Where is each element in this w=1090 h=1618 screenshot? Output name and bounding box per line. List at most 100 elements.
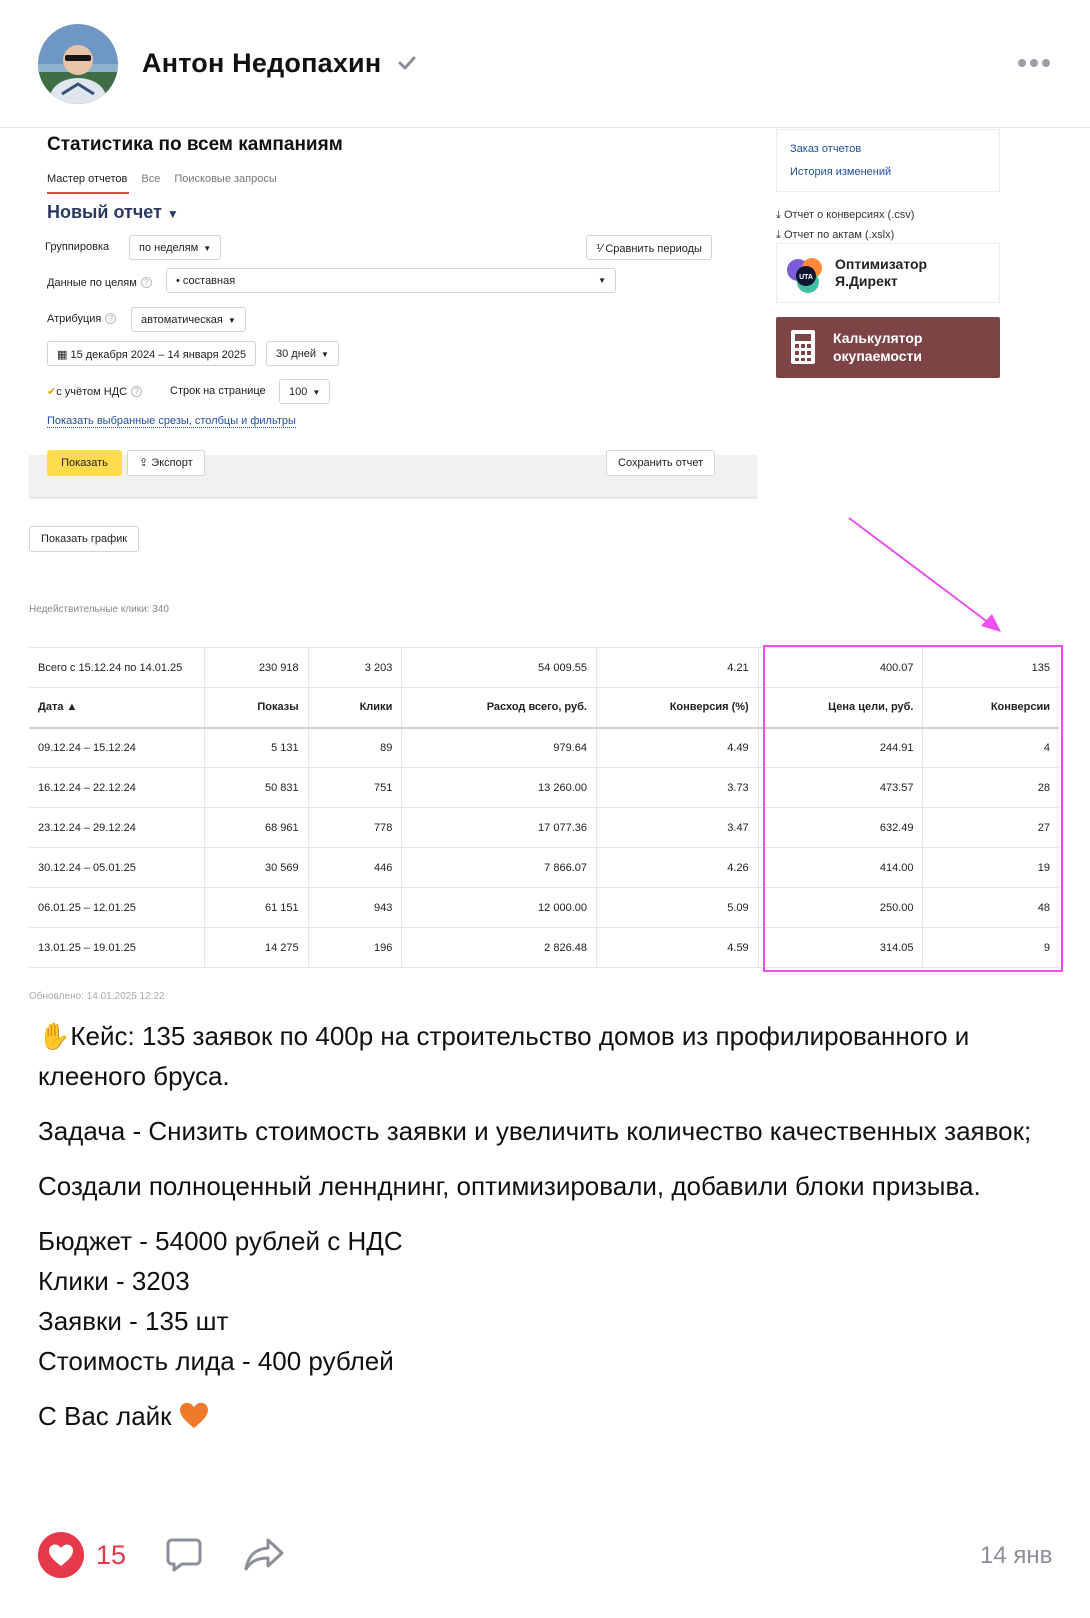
comment-icon[interactable] [164, 1534, 204, 1574]
table-cell: 09.12.24 – 15.12.24 [29, 727, 205, 768]
post-paragraph-5: С Вас лайк [38, 1396, 1058, 1436]
table-cell: 23.12.24 – 29.12.24 [29, 807, 205, 848]
goals-select: • составная ▼ [166, 268, 616, 293]
post-paragraph-2: Задача - Снизить стоимость заявки и увел… [38, 1116, 1032, 1146]
table-cell: Дата ▲ [29, 687, 205, 729]
uta-logo: UTA [787, 258, 822, 293]
grouping-select: по неделям ▼ [129, 235, 222, 260]
table-cell: 979.64 [401, 727, 597, 768]
table-cell: 5 131 [204, 727, 309, 768]
table-cell: 4.49 [596, 727, 759, 768]
table-cell: 30.12.24 – 05.01.25 [29, 847, 205, 888]
optimizer-text: Оптимизатор Я.Директ [835, 256, 928, 289]
updated-label: Обновлено: 14.01.2025 12:22 [29, 991, 165, 1001]
export-button: ⇪ Экспорт [127, 450, 205, 476]
post-paragraph-1: ✋Кейс: 135 заявок по 400р на строительст… [38, 1021, 970, 1091]
post-text: ✋Кейс: 135 заявок по 400р на строительст… [38, 1016, 1058, 1451]
wave-hand-icon: ✋ [38, 1021, 71, 1051]
table-cell: 50 831 [204, 767, 309, 808]
table-cell: 4.26 [596, 847, 759, 888]
table-cell: 17 077.36 [401, 807, 597, 848]
table-cell: 230 918 [204, 647, 309, 688]
table-cell: 751 [308, 767, 403, 808]
calculator-banner: Калькулятор окупаемости [776, 317, 1000, 378]
calendar-icon: ▦ [57, 349, 68, 361]
post-paragraph-3: Создали полноценный леннднинг, оптимизир… [38, 1171, 981, 1201]
show-filters-link: Показать выбранные срезы, столбцы и филь… [47, 415, 296, 428]
arrow-annotation [848, 517, 1001, 632]
reports-side-box [776, 129, 1000, 192]
svg-text:UTA: UTA [799, 274, 813, 281]
table-cell: 16.12.24 – 22.12.24 [29, 767, 205, 808]
conversions-report-link: ⤓ Отчет о конверсиях (.csv) [776, 209, 915, 221]
orange-heart-icon [179, 1402, 208, 1429]
rows-per-page-label: Строк на странице [170, 385, 266, 397]
report-title: Статистика по всем кампаниям [47, 134, 343, 155]
download-icon: ⤓ [776, 209, 781, 221]
tab-all: Все [141, 173, 161, 185]
post-footer: 15 14 янв [0, 1520, 1090, 1590]
more-icon[interactable] [1017, 56, 1051, 70]
table-cell: 3.47 [596, 807, 759, 848]
table-cell: Показы [204, 687, 309, 729]
table-cell: 61 151 [204, 887, 309, 928]
share-icon[interactable] [242, 1534, 286, 1574]
table-cell: Расход всего, руб. [401, 687, 597, 729]
date-range-picker: ▦ 15 декабря 2024 – 14 января 2025 [47, 341, 257, 366]
save-report-button: Сохранить отчет [606, 450, 716, 476]
table-cell: 54 009.55 [401, 647, 597, 688]
table-cell: 14 275 [204, 927, 309, 968]
calculator-icon [791, 330, 815, 364]
attribution-label: Атрибуция? [47, 313, 117, 325]
post-header: Антон Недопахин [0, 0, 1090, 128]
table-cell: 68 961 [204, 807, 309, 848]
table-cell: 446 [308, 847, 403, 888]
grouping-label: Группировка [45, 241, 110, 253]
report-tabs: Мастер отчетов Все Поисковые запросы [47, 173, 277, 194]
avatar[interactable] [38, 24, 118, 104]
new-report-title: Новый отчет ▼ [47, 202, 179, 222]
calculator-text: Калькулятор окупаемости [833, 330, 923, 364]
rows-per-page-select: 100 ▼ [279, 379, 331, 404]
table-cell: 5.09 [596, 887, 759, 928]
table-cell: 4.59 [596, 927, 759, 968]
table-cell: 7 866.07 [401, 847, 597, 888]
table-cell: 13 260.00 [401, 767, 597, 808]
table-cell: 30 569 [204, 847, 309, 888]
verified-icon [398, 56, 416, 70]
table-cell: 4.21 [596, 647, 759, 688]
table-cell: Всего с 15.12.24 по 14.01.25 [29, 647, 205, 688]
table-cell: 196 [308, 927, 403, 968]
tab-master: Мастер отчетов [47, 173, 130, 194]
post-paragraph-4: Бюджет - 54000 рублей с НДС Клики - 3203… [38, 1226, 403, 1376]
report-screenshot[interactable]: Статистика по всем кампаниям Мастер отче… [0, 129, 1090, 1001]
optimizer-banner: UTA Оптимизатор Я.Директ [776, 243, 1000, 303]
highlight-box [763, 645, 1063, 972]
download-icon: ⤓ [776, 229, 781, 241]
table-cell: Клики [308, 687, 403, 729]
table-cell: 3.73 [596, 767, 759, 808]
post-date: 14 янв [980, 1542, 1053, 1569]
heart-icon[interactable] [38, 1532, 84, 1578]
acts-report-link: ⤓ Отчет по актам (.xslx) [776, 229, 895, 241]
table-cell: Конверсия (%) [596, 687, 759, 729]
table-cell: 2 826.48 [401, 927, 597, 968]
invalid-clicks: Недействительные клики: 340 [29, 604, 169, 615]
attribution-select: автоматическая ▼ [131, 307, 246, 332]
compare-periods-button: ⅟ Сравнить периоды [586, 235, 712, 260]
order-reports-link: Заказ отчетов [790, 143, 862, 155]
goals-label: Данные по целям? [47, 277, 152, 289]
table-cell: 943 [308, 887, 403, 928]
table-cell: 06.01.25 – 12.01.25 [29, 887, 205, 928]
author-name[interactable]: Антон Недопахин [142, 48, 381, 79]
tab-search-queries: Поисковые запросы [174, 173, 277, 185]
show-chart-button: Показать график [29, 526, 140, 552]
table-cell: 12 000.00 [401, 887, 597, 928]
table-cell: 778 [308, 807, 403, 848]
table-cell: 3 203 [308, 647, 403, 688]
vat-checkbox: ✔с учётом НДС? [47, 385, 143, 398]
like-count: 15 [96, 1540, 127, 1570]
history-link: История изменений [790, 166, 892, 178]
table-cell: 13.01.25 – 19.01.25 [29, 927, 205, 968]
table-cell: 89 [308, 727, 403, 768]
